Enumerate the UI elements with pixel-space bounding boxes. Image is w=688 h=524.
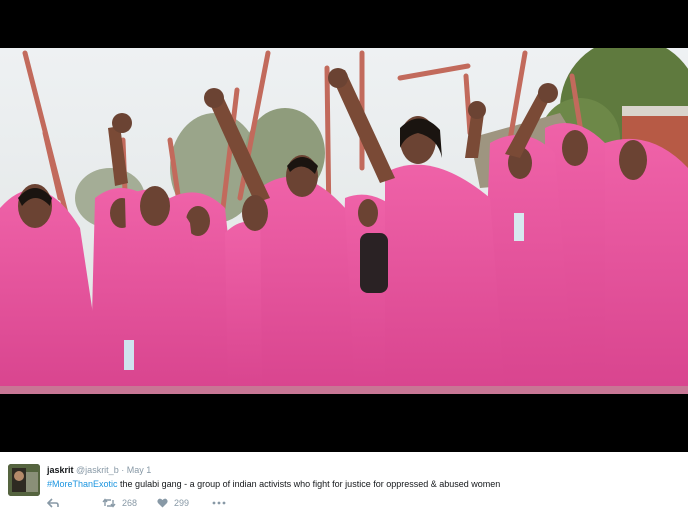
heart-icon — [157, 498, 168, 508]
retweet-button[interactable]: 268 — [102, 498, 137, 508]
retweet-count: 268 — [122, 498, 138, 508]
avatar[interactable] — [8, 464, 40, 496]
meta-separator: · — [121, 465, 125, 475]
retweet-icon — [102, 498, 116, 508]
more-button[interactable] — [212, 498, 226, 508]
reply-icon — [47, 498, 59, 508]
more-dots-icon — [212, 501, 226, 505]
like-count: 299 — [174, 498, 190, 508]
tweet-text: #MoreThanExotic the gulabi gang - a grou… — [47, 479, 500, 489]
tweet-header: jaskrit @jaskrit_b · May 1 — [47, 465, 151, 475]
hashtag-link[interactable]: #MoreThanExotic — [47, 479, 118, 489]
tweet-photo[interactable] — [0, 48, 688, 394]
avatar-image — [8, 464, 40, 496]
tweet-actions: 268 299 — [47, 498, 307, 512]
user-handle[interactable]: @jaskrit_b — [76, 465, 119, 475]
tweet-body: the gulabi gang - a group of indian acti… — [117, 479, 501, 489]
like-button[interactable]: 299 — [157, 498, 189, 508]
reply-button[interactable] — [47, 498, 59, 508]
tweet-card: jaskrit @jaskrit_b · May 1 #MoreThanExot… — [0, 452, 688, 524]
media-frame — [0, 0, 688, 452]
photo-gulabi-gang-women — [0, 48, 688, 394]
tweet-date[interactable]: May 1 — [127, 465, 152, 475]
display-name[interactable]: jaskrit — [47, 465, 74, 475]
